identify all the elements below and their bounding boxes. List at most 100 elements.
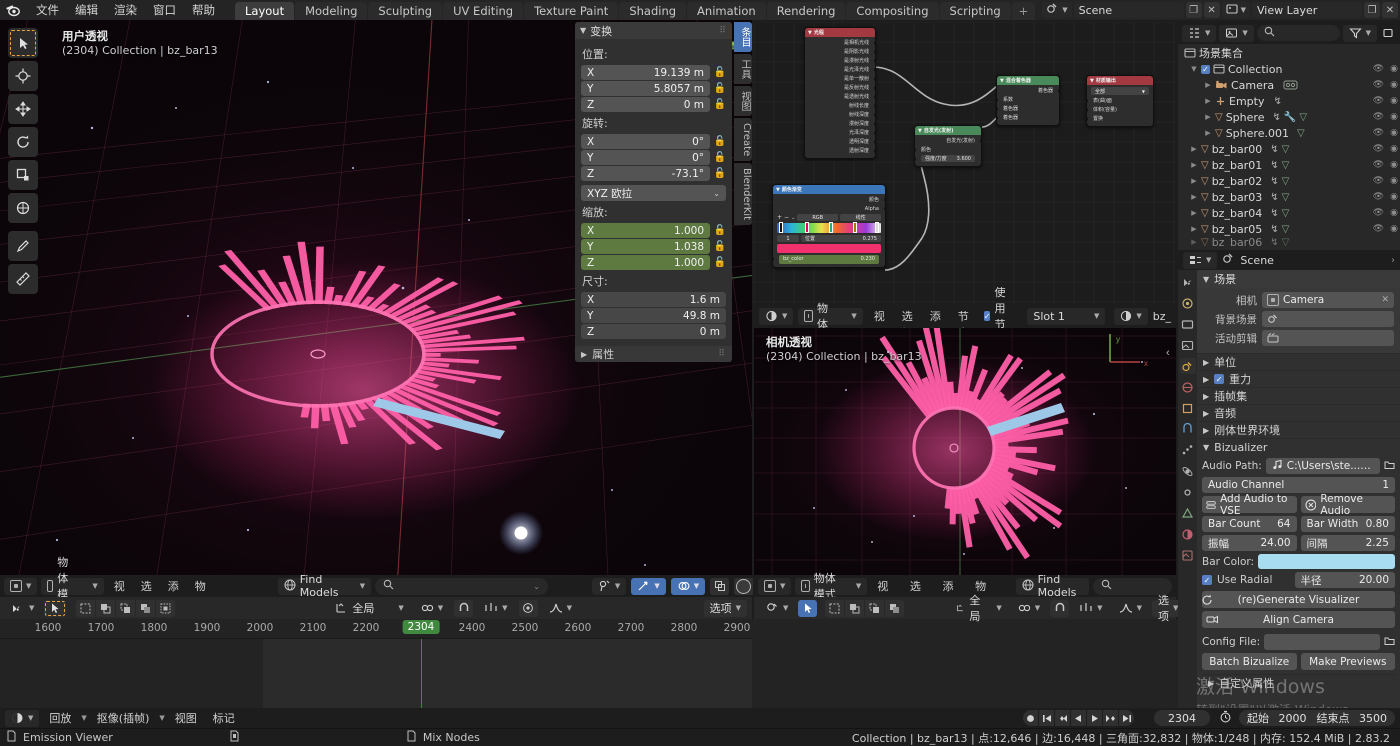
location-y-field[interactable]: Y 5.8057 m	[581, 81, 710, 96]
animation-icon-bzbar03[interactable]: ↯	[1270, 192, 1278, 203]
transform-orientation-dropdown[interactable]: 全局 ▼	[329, 600, 409, 617]
cv-menu-select[interactable]: 选择	[904, 578, 933, 595]
mesh-data-icon-bzbar06[interactable]: ▽	[1282, 237, 1290, 247]
camera-icon-collection[interactable]: ◉	[1390, 64, 1398, 74]
outliner-row-bzbar00[interactable]: ▶ ▽ bz_bar00 ↯ ▽ 👁 ◉	[1178, 141, 1400, 157]
dimension-y-field[interactable]: Y 49.8 m	[581, 308, 726, 323]
overlays-toggle[interactable]: ▼	[671, 578, 705, 595]
lock-icon-loc-x[interactable]: 🔓	[714, 66, 726, 80]
node-menu-view[interactable]: 视图	[868, 308, 891, 325]
outliner-row-bzbar03[interactable]: ▶ ▽ bz_bar03 ↯ ▽ 👁 ◉	[1178, 189, 1400, 205]
cv-find-models-dropdown[interactable]: Find Models	[1016, 578, 1089, 595]
sidebar-tab-create[interactable]: Create	[734, 118, 752, 161]
lp-out-6[interactable]: 是透射光线	[805, 92, 875, 101]
node-editor-type-selector[interactable]: ▼	[759, 308, 793, 325]
eye-icon-bzbar00[interactable]: 👁	[1373, 144, 1384, 154]
node-color-ramp[interactable]: ▼ 颜色渐变 颜色 Alpha + − ⌄ RGB 线性	[772, 184, 886, 268]
rotation-x-field[interactable]: X 0°	[581, 134, 710, 149]
menu-view[interactable]: 视图	[108, 578, 131, 595]
frame-range-fields[interactable]: 起始 2000 结束点 3500	[1239, 710, 1395, 726]
mesh-data-icon-bzbar00[interactable]: ▽	[1282, 144, 1290, 155]
lp-out-1[interactable]: 是阴影光线	[805, 47, 875, 56]
ramp-add-icon[interactable]: +	[777, 214, 782, 221]
snap-toggle[interactable]	[454, 600, 473, 617]
menu-file[interactable]: 文件	[28, 1, 67, 19]
scale-x-field[interactable]: X 1.000	[581, 223, 710, 238]
file-browse-icon[interactable]	[1384, 459, 1395, 473]
cv-editor-type-selector[interactable]: ▼	[758, 578, 791, 595]
eye-icon-collection[interactable]: 👁	[1373, 64, 1384, 74]
rotation-y-field[interactable]: Y 0°	[581, 150, 710, 165]
clear-camera-icon[interactable]: ✕	[1381, 295, 1389, 305]
menu-edit[interactable]: 编辑	[67, 1, 106, 19]
section-rigid-body-world[interactable]: ▶ 刚体世界环境	[1197, 421, 1400, 438]
tab-texture-properties[interactable]	[1180, 547, 1196, 563]
config-browse-icon[interactable]	[1384, 635, 1395, 649]
em-out-0[interactable]: 自发光(发射)	[915, 136, 981, 145]
scene-selector[interactable]: ▼	[1042, 2, 1071, 18]
record-button[interactable]	[1023, 710, 1038, 726]
align-camera-button[interactable]: Align Camera	[1202, 611, 1395, 628]
sidebar-tab-tool[interactable]: 工具	[734, 54, 752, 84]
lp-out-0[interactable]: 是相机光线	[805, 38, 875, 47]
cv-select-difference-button[interactable]	[885, 600, 904, 617]
shading-wireframe[interactable]	[734, 578, 753, 595]
add-audio-to-vse-button[interactable]: Add Audio to VSE	[1202, 496, 1297, 513]
ramp-out-color[interactable]: 颜色	[773, 195, 885, 204]
node-mix-shader[interactable]: ▼ 混合着色器 着色器 系数 着色器 着色器	[996, 75, 1060, 126]
play-reverse-button[interactable]	[1071, 710, 1086, 726]
node-emission[interactable]: ▼ 自发光(发射) 自发光(发射) 颜色 强度/力度 3.600	[914, 125, 982, 167]
cv-select-subtract-button[interactable]	[865, 600, 884, 617]
select-intersect-button[interactable]	[156, 600, 175, 617]
node-menu-add[interactable]: 添加	[924, 308, 947, 325]
tab-data-properties[interactable]	[1180, 505, 1196, 521]
cv-snap-toggle[interactable]	[1050, 600, 1069, 617]
batch-bizualize-button[interactable]: Batch Bizualize	[1202, 653, 1297, 670]
delete-scene-icon[interactable]: ✕	[1204, 2, 1220, 18]
timeline-ruler[interactable]: 1600 1700 1800 1900 2000 2100 2200 2304 …	[0, 619, 752, 639]
section-audio[interactable]: ▶ 音频	[1197, 404, 1400, 421]
delete-view-layer-icon[interactable]: ✕	[1382, 2, 1398, 18]
cv-menu-add[interactable]: 添加	[936, 578, 965, 595]
mix-in-shader2[interactable]: 着色器	[997, 113, 1059, 122]
eye-icon-sphere001[interactable]: 👁	[1373, 128, 1384, 138]
camera-icon-bzbar04[interactable]: ◉	[1390, 208, 1398, 218]
cv-select-set-button[interactable]	[825, 600, 844, 617]
mix-out-0[interactable]: 着色器	[997, 86, 1059, 95]
menu-add[interactable]: 添加	[162, 578, 185, 595]
jump-to-end-button[interactable]	[1119, 710, 1134, 726]
eye-icon-bzbar04[interactable]: 👁	[1373, 208, 1384, 218]
outliner-expand-arrow-sphere[interactable]: ▶	[1204, 113, 1212, 121]
dimension-x-field[interactable]: X 1.6 m	[581, 292, 726, 307]
node-menu-node[interactable]: 节点	[952, 308, 975, 325]
xray-toggle[interactable]	[710, 578, 729, 595]
next-keyframe-button[interactable]	[1103, 710, 1118, 726]
viewport-camera[interactable]: y x ‹ 相机透视 (2304) Collection | bz_bar13	[754, 328, 1176, 575]
location-z-field[interactable]: Z 0 m	[581, 97, 710, 112]
menu-object[interactable]: 物体	[189, 578, 212, 595]
tab-tool-properties[interactable]	[1180, 274, 1196, 290]
generate-visualizer-button[interactable]: (re)Generate Visualizer	[1202, 591, 1395, 608]
use-radial-checkbox[interactable]: ✓	[1202, 575, 1212, 585]
mesh-data-icon-bzbar01[interactable]: ▽	[1282, 160, 1290, 171]
tab-object-properties[interactable]	[1180, 400, 1196, 416]
properties-subpanel-header[interactable]: ▶ 属性 ⠿	[575, 346, 732, 362]
tab-modifier-properties[interactable]	[1180, 421, 1196, 437]
tab-animation[interactable]: Animation	[687, 2, 766, 20]
node-light-path[interactable]: ▼ 光程 是相机光线 是阴影光线 是漫射光线 是光泽光线 是单一散射 是反射光线…	[804, 27, 876, 159]
mesh-data-icon-sphere[interactable]: ▽	[1299, 112, 1307, 123]
outliner-display-mode[interactable]: ▼	[1219, 25, 1253, 42]
tab-sculpting[interactable]: Sculpting	[368, 2, 442, 20]
camera-icon-sphere[interactable]: ◉	[1390, 112, 1398, 122]
node-material-output[interactable]: ▼ 材质输出 全部 ▼ 表(曲)面 体积(容量) 置换	[1086, 75, 1154, 127]
camera-icon-bzbar01[interactable]: ◉	[1390, 160, 1398, 170]
menu-help[interactable]: 帮助	[184, 1, 223, 19]
outliner-row-collection[interactable]: ▼ ✓ Collection 👁 ◉	[1178, 61, 1400, 77]
outliner-expand-arrow-bzbar03[interactable]: ▶	[1190, 193, 1198, 201]
tab-scene-properties[interactable]	[1180, 358, 1196, 374]
ramp-stop-1[interactable]	[805, 222, 809, 233]
snap-pivot-dropdown[interactable]: ▼	[415, 600, 449, 617]
timeline-menu-marker[interactable]: 标记	[207, 710, 241, 727]
outliner-new-collection-icon[interactable]	[1380, 25, 1396, 41]
new-scene-icon[interactable]: ❐	[1186, 2, 1202, 18]
